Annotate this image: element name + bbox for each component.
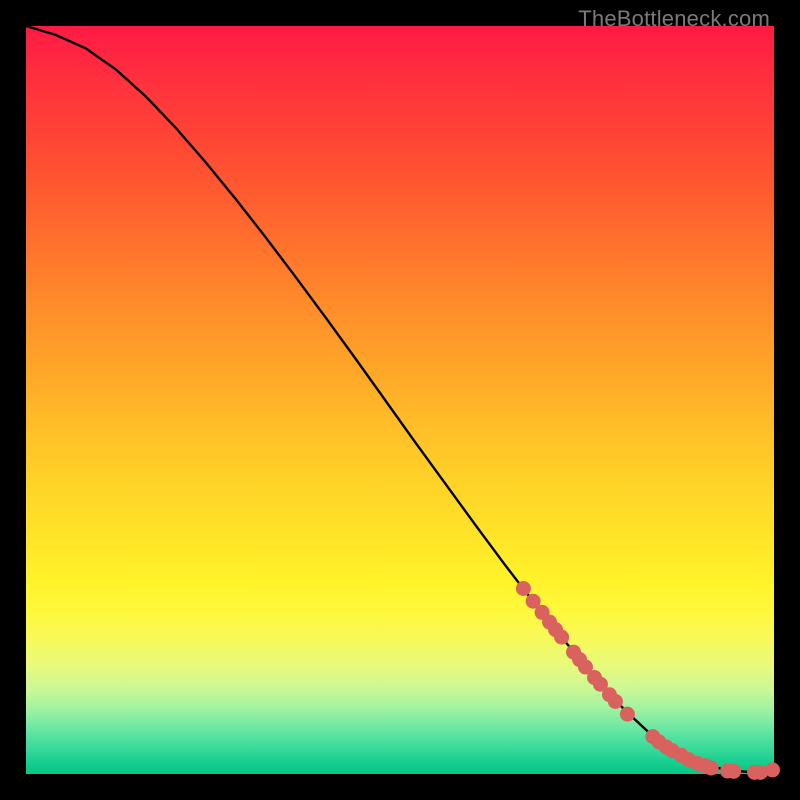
- data-marker: [516, 581, 531, 596]
- data-marker: [554, 630, 569, 645]
- marker-group: [516, 581, 780, 780]
- data-marker: [765, 762, 780, 777]
- curve-line: [26, 26, 774, 772]
- data-marker: [608, 694, 623, 709]
- chart-stage: TheBottleneck.com: [0, 0, 800, 800]
- data-marker: [704, 761, 719, 776]
- plot-area: [26, 26, 774, 774]
- chart-svg: [26, 26, 774, 774]
- data-marker: [726, 764, 741, 779]
- data-marker: [620, 707, 635, 722]
